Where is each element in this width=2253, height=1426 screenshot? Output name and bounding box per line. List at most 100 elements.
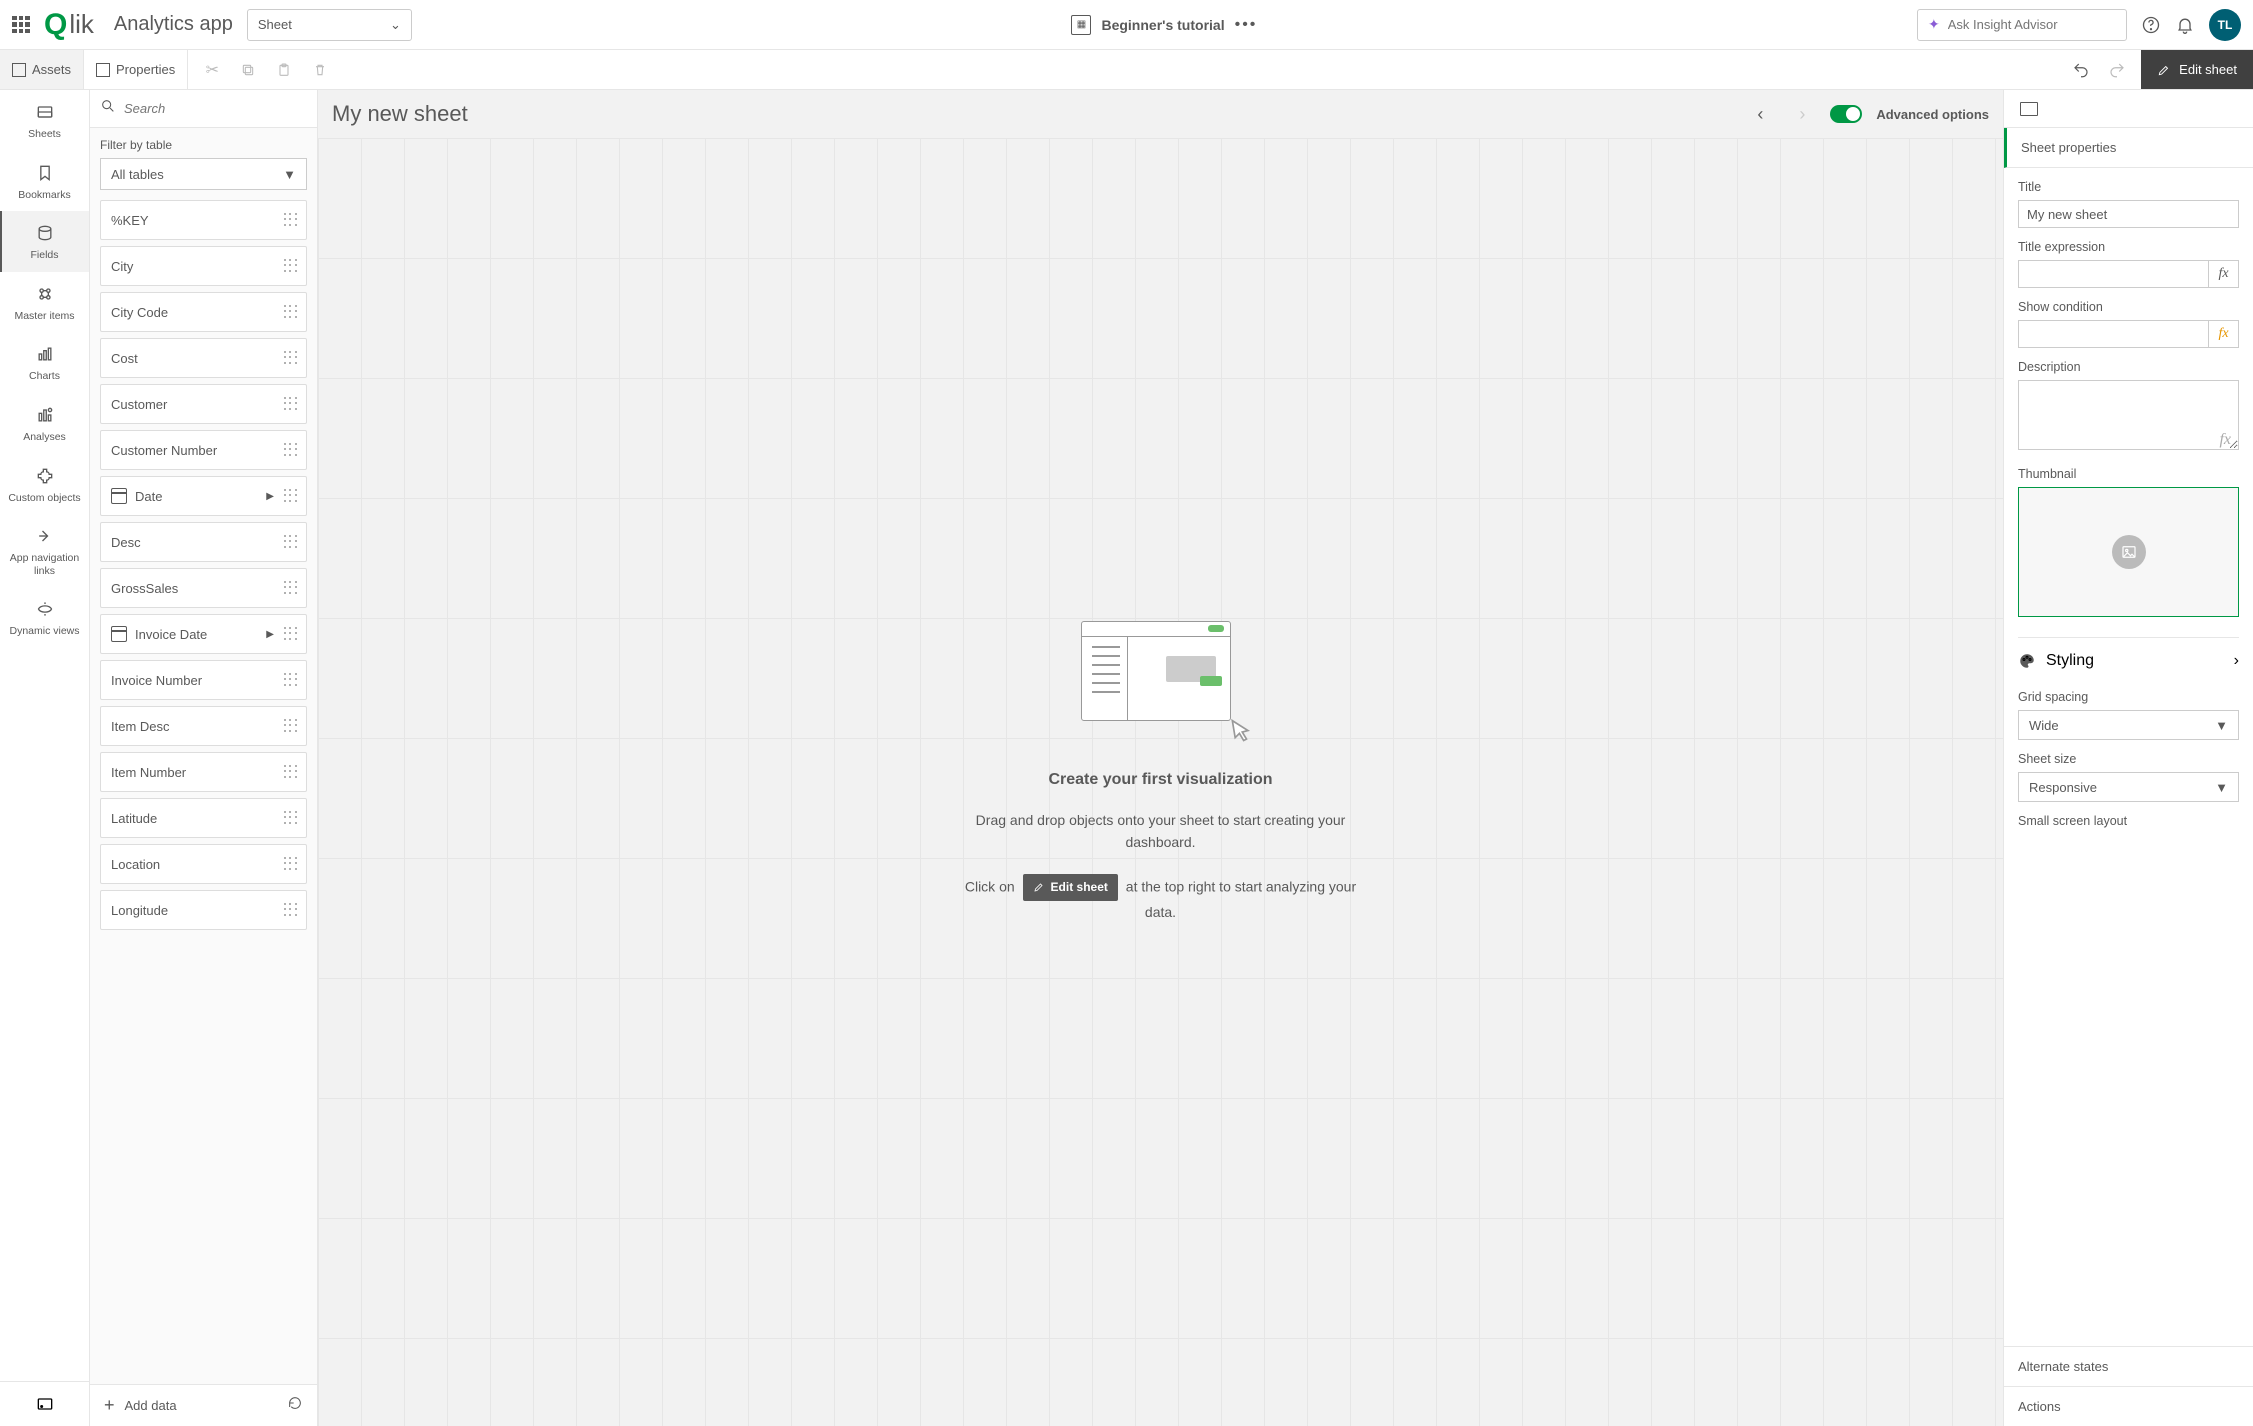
sheet-icon: ▦ xyxy=(1071,15,1091,35)
canvas-body[interactable]: Create your first visualization Drag and… xyxy=(318,138,2003,1426)
rail-sheets[interactable]: Sheets xyxy=(0,90,89,151)
drag-handle-icon[interactable] xyxy=(284,489,298,503)
field-label: GrossSales xyxy=(111,581,178,596)
drag-handle-icon[interactable] xyxy=(284,811,298,825)
brand-q: Q xyxy=(44,8,67,42)
tutorial-label: Beginner's tutorial xyxy=(1101,17,1224,33)
field-item[interactable]: Item Desc xyxy=(100,706,307,746)
insight-input[interactable] xyxy=(1948,17,2116,32)
rail-master-items[interactable]: Master items xyxy=(0,272,89,333)
rail-app-nav[interactable]: App navigation links xyxy=(0,514,89,587)
rail-bookmarks[interactable]: Bookmarks xyxy=(0,151,89,212)
properties-tab[interactable]: Properties xyxy=(84,50,188,89)
drag-handle-icon[interactable] xyxy=(284,903,298,917)
drag-handle-icon[interactable] xyxy=(284,673,298,687)
fields-list[interactable]: %KEY City City Code Cost Customer Customer Nu… xyxy=(90,200,317,1384)
fields-search-input[interactable] xyxy=(124,101,307,116)
chevron-right-icon: ▶ xyxy=(266,491,274,502)
drag-handle-icon[interactable] xyxy=(284,305,298,319)
field-item[interactable]: Cost xyxy=(100,338,307,378)
show-cond-input[interactable] xyxy=(2018,320,2209,348)
grid-spacing-select[interactable]: Wide ▼ xyxy=(2018,710,2239,740)
paste-icon[interactable] xyxy=(268,54,300,86)
drag-handle-icon[interactable] xyxy=(284,765,298,779)
drag-handle-icon[interactable] xyxy=(284,351,298,365)
field-item[interactable]: Invoice Number xyxy=(100,660,307,700)
advanced-options-toggle[interactable] xyxy=(1830,105,1862,123)
rail-analyses[interactable]: Analyses xyxy=(0,393,89,454)
bell-icon[interactable] xyxy=(2175,15,2195,35)
field-item[interactable]: Item Number xyxy=(100,752,307,792)
field-item[interactable]: GrossSales xyxy=(100,568,307,608)
drag-handle-icon[interactable] xyxy=(284,443,298,457)
image-icon xyxy=(2112,535,2146,569)
sheet-size-select[interactable]: Responsive ▼ xyxy=(2018,772,2239,802)
insight-advisor-box[interactable]: ✦ xyxy=(1917,9,2127,41)
layout-view-icon[interactable] xyxy=(2020,102,2038,116)
actions-row[interactable]: Actions xyxy=(2004,1386,2253,1426)
sheet-dropdown[interactable]: Sheet ⌄ xyxy=(247,9,412,41)
field-item[interactable]: Latitude xyxy=(100,798,307,838)
drag-handle-icon[interactable] xyxy=(284,627,298,641)
tutorial-badge[interactable]: ▦ Beginner's tutorial xyxy=(1071,15,1224,35)
drag-handle-icon[interactable] xyxy=(284,719,298,733)
table-filter-dropdown[interactable]: All tables ▼ xyxy=(100,158,307,190)
assets-tab[interactable]: Assets xyxy=(0,50,84,89)
title-input[interactable] xyxy=(2018,200,2239,228)
field-item[interactable]: Date▶ xyxy=(100,476,307,516)
chevron-down-icon: ▼ xyxy=(2215,718,2228,733)
drag-handle-icon[interactable] xyxy=(284,857,298,871)
rail-fields[interactable]: Fields xyxy=(0,211,89,272)
field-label: Latitude xyxy=(111,811,157,826)
styling-row[interactable]: Styling › xyxy=(2018,637,2239,684)
user-avatar[interactable]: TL xyxy=(2209,9,2241,41)
table-filter-value: All tables xyxy=(111,167,164,182)
field-item[interactable]: Customer xyxy=(100,384,307,424)
styling-label: Styling xyxy=(2046,652,2094,670)
title-expr-label: Title expression xyxy=(2018,240,2239,254)
field-label: Cost xyxy=(111,351,138,366)
edit-sheet-button[interactable]: Edit sheet xyxy=(2141,50,2253,89)
prev-sheet-arrow[interactable]: ‹ xyxy=(1746,100,1774,128)
thumbnail-picker[interactable] xyxy=(2018,487,2239,617)
more-menu-icon[interactable]: ••• xyxy=(1235,16,1258,34)
field-item[interactable]: City xyxy=(100,246,307,286)
undo-icon[interactable] xyxy=(2065,54,2097,86)
next-sheet-arrow[interactable]: › xyxy=(1788,100,1816,128)
field-item[interactable]: %KEY xyxy=(100,200,307,240)
app-launcher-icon[interactable] xyxy=(12,16,30,34)
alternate-states-row[interactable]: Alternate states xyxy=(2004,1346,2253,1386)
delete-icon[interactable] xyxy=(304,54,336,86)
drag-handle-icon[interactable] xyxy=(284,535,298,549)
show-cond-fx-button[interactable]: fx xyxy=(2209,320,2239,348)
field-item[interactable]: City Code xyxy=(100,292,307,332)
topbar-center: ▦ Beginner's tutorial ••• xyxy=(426,15,1903,35)
fields-search-row xyxy=(90,90,317,128)
help-icon[interactable] xyxy=(2141,15,2161,35)
add-data-button[interactable]: + Add data xyxy=(104,1395,177,1416)
drag-handle-icon[interactable] xyxy=(284,213,298,227)
cut-icon[interactable]: ✂ xyxy=(196,54,228,86)
drag-handle-icon[interactable] xyxy=(284,397,298,411)
canvas-header-right: ‹ › Advanced options xyxy=(1746,100,1989,128)
drag-handle-icon[interactable] xyxy=(284,259,298,273)
field-item[interactable]: Desc xyxy=(100,522,307,562)
chevron-down-icon: ⌄ xyxy=(390,17,401,33)
field-item[interactable]: Invoice Date▶ xyxy=(100,614,307,654)
refresh-icon[interactable] xyxy=(287,1395,303,1416)
drag-handle-icon[interactable] xyxy=(284,581,298,595)
chevron-down-icon: ▼ xyxy=(2215,780,2228,795)
title-expr-input[interactable] xyxy=(2018,260,2209,288)
rail-bottom-icon[interactable] xyxy=(0,1381,89,1426)
rail-dynamic-views[interactable]: Dynamic views xyxy=(0,587,89,648)
rail-custom-objects[interactable]: Custom objects xyxy=(0,454,89,515)
inline-edit-sheet-button: Edit sheet xyxy=(1023,874,1118,901)
description-textarea[interactable] xyxy=(2018,380,2239,450)
field-item[interactable]: Longitude xyxy=(100,890,307,930)
copy-icon[interactable] xyxy=(232,54,264,86)
title-expr-fx-button[interactable]: fx xyxy=(2209,260,2239,288)
field-item[interactable]: Customer Number xyxy=(100,430,307,470)
rail-charts[interactable]: Charts xyxy=(0,332,89,393)
redo-icon[interactable] xyxy=(2101,54,2133,86)
field-item[interactable]: Location xyxy=(100,844,307,884)
